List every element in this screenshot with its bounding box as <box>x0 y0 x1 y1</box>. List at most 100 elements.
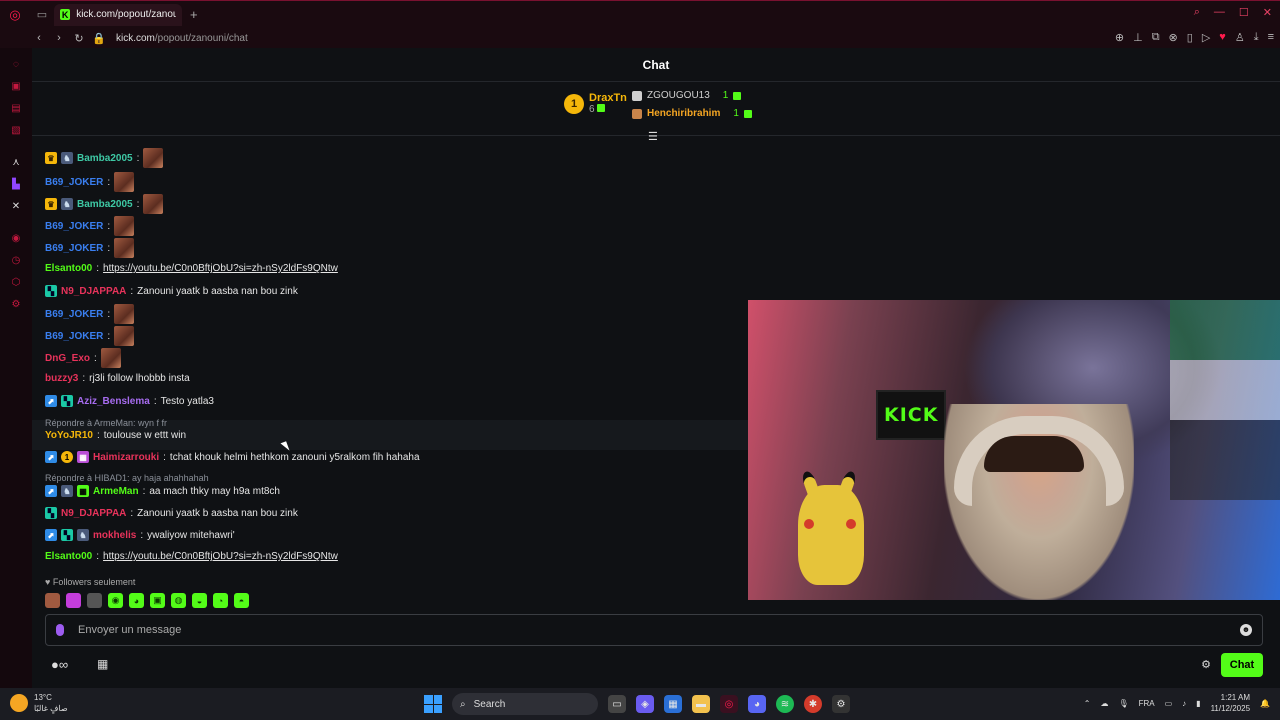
emote-pink-icon[interactable] <box>66 593 81 608</box>
onedrive-icon[interactable]: ☁ <box>1100 699 1108 708</box>
username[interactable]: Bamba2005 <box>77 153 133 164</box>
leaderboard-second[interactable]: ZGOUGOU13 1 <box>632 90 742 101</box>
infinity-badges-icon[interactable]: ●∞ <box>51 657 68 672</box>
vpn-icon[interactable]: ⊗ <box>1169 31 1178 44</box>
url-field[interactable]: kick.com/popout/zanouni/chat <box>116 33 248 44</box>
volume-icon[interactable]: ♪ <box>1182 699 1186 708</box>
discord-icon[interactable]: ◕ <box>748 695 766 713</box>
gift-icon <box>733 91 742 100</box>
message-link[interactable]: https://youtu.be/C0n0BftjObU?si=zh-nSy2l… <box>103 551 338 562</box>
file-explorer-icon[interactable]: ▬ <box>692 695 710 713</box>
opera-taskbar-icon[interactable]: ◎ <box>720 695 738 713</box>
message-link[interactable]: https://youtu.be/C0n0BftjObU?si=zh-nSy2l… <box>103 263 338 274</box>
network-icon[interactable]: ▭ <box>1165 699 1173 708</box>
new-tab-button[interactable]: + <box>190 7 198 22</box>
windows-start-icon[interactable] <box>424 695 442 713</box>
play-icon[interactable]: ▷ <box>1202 31 1210 44</box>
username[interactable]: N9_DJAPPAA <box>61 508 126 519</box>
emote-green-icon[interactable]: ◓ <box>234 593 249 608</box>
task-view-icon[interactable]: ▭ <box>608 695 626 713</box>
leaderboard-third[interactable]: Henchiribrahim 1 <box>632 108 752 119</box>
history-icon[interactable]: ◷ <box>10 255 22 267</box>
send-chat-button[interactable]: Chat <box>1221 653 1263 677</box>
username[interactable]: Bamba2005 <box>77 199 133 210</box>
back-icon[interactable]: ‹ <box>30 32 48 44</box>
x-icon[interactable]: ✕ <box>10 201 22 213</box>
copilot-icon[interactable]: ◈ <box>636 695 654 713</box>
search-tabs-icon[interactable]: ⌕ <box>1194 6 1200 19</box>
username[interactable]: B69_JOKER <box>45 243 103 254</box>
spotify-icon[interactable]: ≋ <box>776 695 794 713</box>
forward-icon[interactable]: › <box>50 32 68 44</box>
player-icon[interactable]: ◉ <box>10 233 22 245</box>
weather-widget[interactable]: 13°C صافٍ غالبًا <box>10 692 68 714</box>
emote-green-icon[interactable]: ◉ <box>108 593 123 608</box>
reply-context[interactable]: Répondre à ArmeMan: wyn f fr <box>45 418 167 428</box>
username[interactable]: mokhelis <box>93 530 136 541</box>
username[interactable]: Haimizarrouki <box>93 452 159 463</box>
emote-green-icon[interactable]: ◔ <box>213 593 228 608</box>
notification-icon[interactable]: 🔔 <box>1260 699 1270 708</box>
minimize-button[interactable]: — <box>1214 6 1225 19</box>
username[interactable]: DnG_Exo <box>45 353 90 364</box>
battery-icon[interactable]: ▮ <box>1196 699 1200 708</box>
emote-grey-icon[interactable] <box>87 593 102 608</box>
leaderboard-first-name: DraxTn <box>589 92 627 104</box>
account-icon[interactable]: ♙ <box>1235 31 1245 44</box>
opera-logo-icon[interactable]: ◎ <box>0 7 30 23</box>
username[interactable]: YoYoJR10 <box>45 430 93 441</box>
download-icon[interactable]: ⤓ <box>1254 31 1259 44</box>
app-settings-icon[interactable]: ⚙ <box>832 695 850 713</box>
close-button[interactable]: ✕ <box>1263 6 1272 19</box>
emote-green-icon[interactable]: ◍ <box>171 593 186 608</box>
crypto-wallet-icon[interactable]: ▣ <box>10 81 22 93</box>
emoji-picker-icon[interactable]: ☻ <box>1240 624 1252 636</box>
extensions-icon[interactable]: ⬡ <box>10 277 22 289</box>
heart-icon[interactable]: ♥ <box>1219 31 1226 44</box>
twitch-icon[interactable]: ▙ <box>10 179 22 191</box>
username[interactable]: N9_DJAPPAA <box>61 286 126 297</box>
clock[interactable]: 1:21 AM 11/12/2025 <box>1211 692 1250 714</box>
message-input[interactable] <box>78 624 1218 636</box>
store-icon[interactable]: ▦ <box>97 657 108 671</box>
chat-settings-icon[interactable]: ⚙ <box>1201 658 1211 671</box>
settings-icon[interactable]: ⚙ <box>10 299 22 311</box>
username[interactable]: B69_JOKER <box>45 177 103 188</box>
aria-icon[interactable]: ◌ <box>10 59 22 71</box>
pin-icon[interactable]: ⊥ <box>1133 31 1143 44</box>
language-indicator[interactable]: FRA <box>1139 699 1155 708</box>
username[interactable]: Elsanto00 <box>45 551 92 562</box>
emote-face-icon[interactable] <box>45 593 60 608</box>
message-text: tchat khouk helmi hethkom zanouni y5ralk… <box>169 451 420 463</box>
tab-manager-icon[interactable]: ▭ <box>30 8 54 21</box>
maximize-button[interactable]: ☐ <box>1239 6 1249 19</box>
snapshot-icon[interactable]: ⧉ <box>1152 31 1160 44</box>
username[interactable]: Aziz_Benslema <box>77 396 150 407</box>
emote-green-icon[interactable]: ◕ <box>129 593 144 608</box>
mic-icon[interactable] <box>56 624 64 636</box>
reply-context[interactable]: Répondre à HIBAD1: ay haja ahahhahah <box>45 473 209 483</box>
username[interactable]: B69_JOKER <box>45 331 103 342</box>
video-picture-in-picture[interactable]: KICK <box>748 300 1280 600</box>
reload-icon[interactable]: ↻ <box>70 32 88 45</box>
taskbar-search[interactable]: ⌕ Search <box>452 693 598 715</box>
store-app-icon[interactable]: ▦ <box>664 695 682 713</box>
username[interactable]: Elsanto00 <box>45 263 92 274</box>
messenger-icon[interactable]: ▤ <box>10 103 22 115</box>
zoom-icon[interactable]: ⊕ <box>1115 31 1124 44</box>
browser-tab[interactable]: K kick.com/popout/zanoun <box>54 3 182 26</box>
microphone-icon[interactable]: 🎙 <box>1118 699 1128 708</box>
kick-sidebar-icon[interactable]: ⋏ <box>10 157 22 169</box>
menu-icon[interactable]: ≡ <box>1268 31 1274 44</box>
username[interactable]: buzzy3 <box>45 373 78 384</box>
username[interactable]: B69_JOKER <box>45 309 103 320</box>
emote-green-icon[interactable]: ▣ <box>150 593 165 608</box>
music-icon[interactable]: ▧ <box>10 125 22 137</box>
chevron-up-icon[interactable]: ⌃ <box>1084 699 1091 708</box>
emote-green-icon[interactable]: ◒ <box>192 593 207 608</box>
username[interactable]: ArmeMan <box>93 486 139 497</box>
username[interactable]: B69_JOKER <box>45 221 103 232</box>
bookmark-icon[interactable]: ▯ <box>1187 31 1193 44</box>
app-red-icon[interactable]: ✱ <box>804 695 822 713</box>
leaderboard-first[interactable]: 1 DraxTn 6 <box>564 92 627 115</box>
